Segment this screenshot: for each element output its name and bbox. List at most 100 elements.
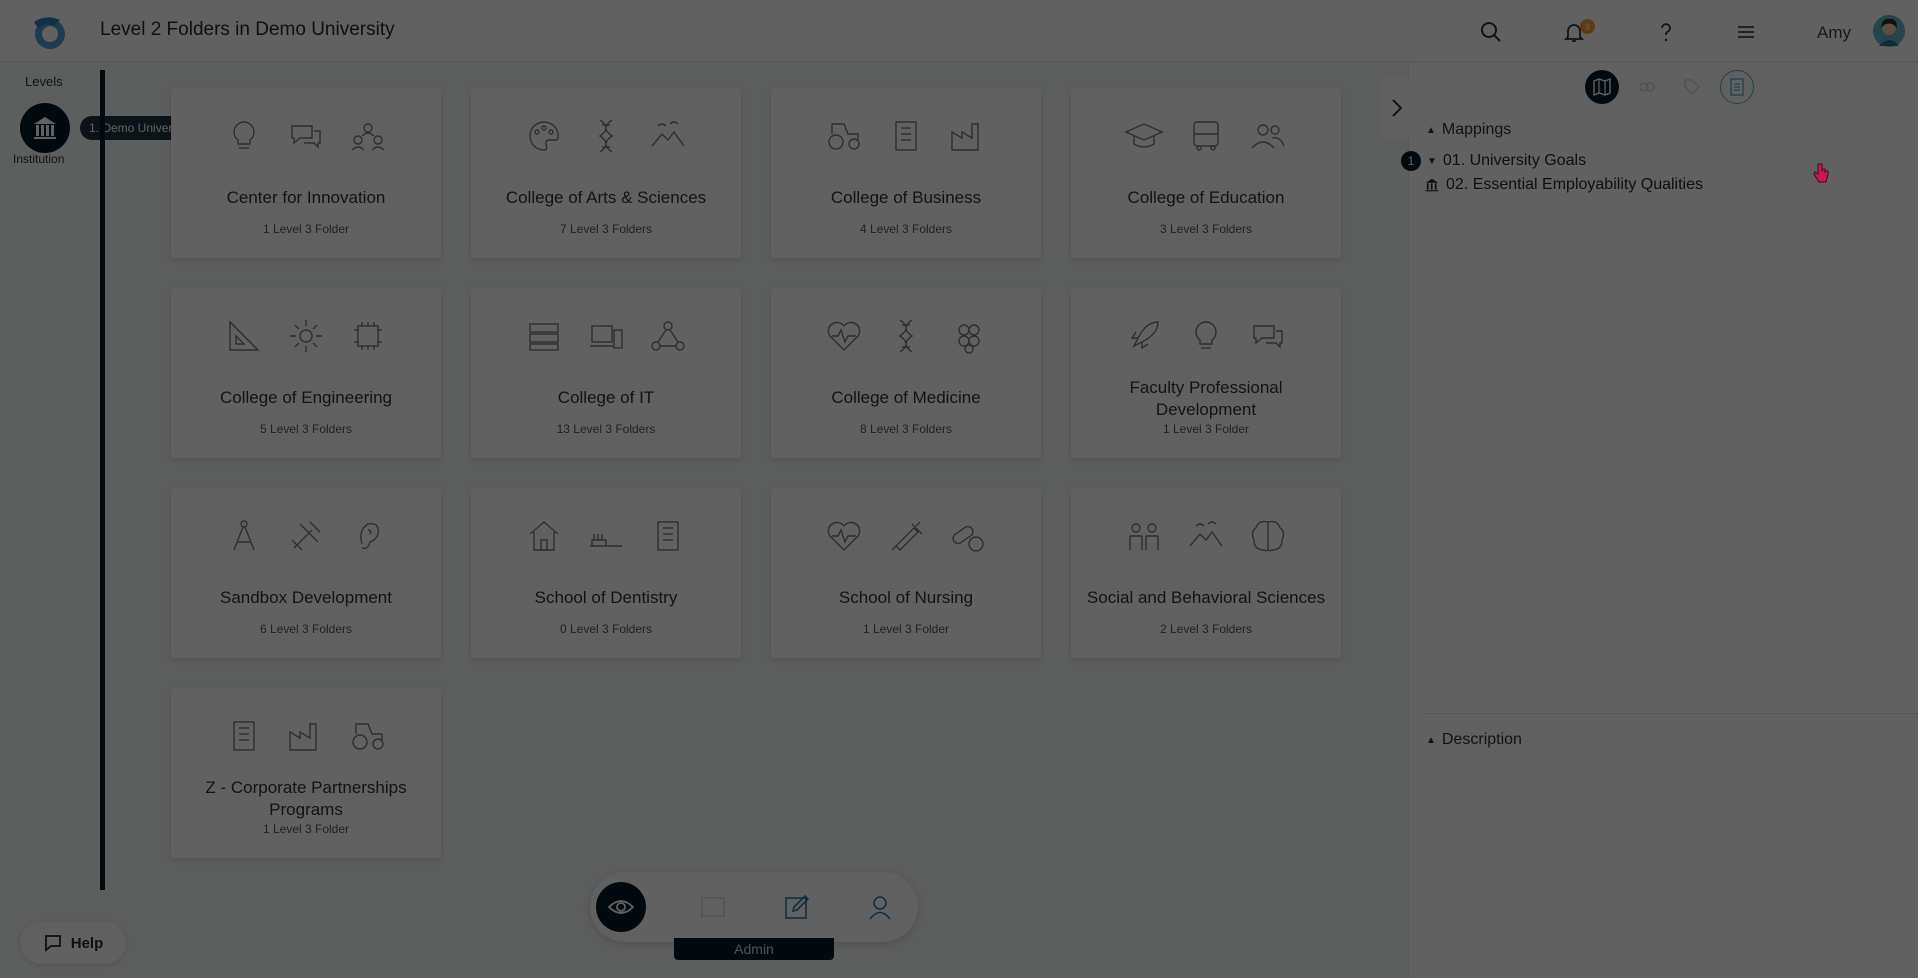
help-icon[interactable] (1654, 20, 1678, 44)
folder-card[interactable]: College of Education 3 Level 3 Folders (1071, 88, 1341, 258)
folder-card-count: 6 Level 3 Folders (259, 622, 353, 636)
mapping-count-badge: 1 (1401, 151, 1421, 171)
folder-card[interactable]: School of Dentistry 0 Level 3 Folders (471, 488, 741, 658)
devices-icon (590, 325, 623, 349)
ear-icon (360, 523, 379, 550)
square-icon (701, 897, 725, 917)
mapping-item-employability[interactable]: 02. Essential Employability Qualities (1424, 176, 1703, 194)
folder-card[interactable]: Center for Innovation 1 Level 3 Folder (171, 88, 441, 258)
group-icon (1129, 523, 1159, 550)
avatar[interactable] (1872, 14, 1906, 48)
network-icon (651, 321, 685, 351)
edit-icon (785, 894, 810, 919)
virus-icon (958, 324, 980, 354)
folder-card-icons (471, 516, 741, 556)
link-icon (1639, 82, 1655, 92)
folder-card-icons (771, 116, 1041, 156)
mapping-label: 01. University Goals (1442, 152, 1587, 169)
edit-mode-button[interactable] (772, 882, 822, 932)
heartbeat-icon (827, 521, 861, 551)
folder-card[interactable]: College of Medicine 8 Level 3 Folders (771, 288, 1041, 458)
description-label: Description (1441, 731, 1522, 748)
building-icon (657, 521, 679, 551)
folder-card[interactable]: College of IT 13 Level 3 Folders (471, 288, 741, 458)
search-icon[interactable] (1479, 20, 1503, 44)
folder-card[interactable]: Sandbox Development 6 Level 3 Folders (171, 488, 441, 658)
folder-card-title: Center for Innovation (226, 188, 386, 207)
folder-card-count: 4 Level 3 Folders (859, 222, 953, 236)
folder-card[interactable]: College of Arts & Sciences 7 Level 3 Fold… (471, 88, 741, 258)
map-icon (1593, 77, 1611, 97)
tools-icon (291, 521, 321, 551)
dna-icon (598, 119, 614, 153)
folder-card[interactable]: Faculty Professional Development 1 Level … (1071, 288, 1341, 458)
tab-mappings[interactable] (1585, 70, 1619, 104)
view-mode-button[interactable] (596, 882, 646, 932)
heartbeat-icon (827, 321, 861, 351)
folder-card-title: College of Education (1127, 188, 1285, 207)
folder-card-title: Sandbox Development (219, 588, 392, 607)
folder-card-title: College of Arts & Sciences (505, 188, 707, 207)
user-name[interactable]: Amy (1817, 23, 1851, 43)
document-icon (1730, 78, 1744, 96)
chat-bubbles-icon (1253, 325, 1283, 349)
collapse-panel-button[interactable] (1380, 78, 1414, 138)
caret-up-icon: ▲ (1426, 734, 1436, 746)
tab-links[interactable] (1630, 70, 1664, 104)
folder-card-count: 2 Level 3 Folders (1159, 622, 1253, 636)
folder-card-count: 1 Level 3 Folder (262, 222, 350, 236)
caret-down-icon: ▼ (1427, 155, 1437, 167)
tractor-icon (352, 723, 384, 750)
gear-icon (290, 320, 322, 352)
caret-up-icon: ▲ (1426, 124, 1436, 136)
levels-label: Levels (25, 74, 63, 89)
logo-icon[interactable] (26, 12, 70, 52)
ruler-triangle-icon (229, 320, 260, 351)
factory-icon (289, 723, 317, 751)
tag-icon (1684, 79, 1701, 96)
folder-card-icons (771, 316, 1041, 356)
eye-icon (607, 900, 635, 914)
tractor-icon (828, 123, 860, 150)
folder-card[interactable]: Z - Corporate Partnerships Programs 1 Lev… (171, 688, 441, 858)
server-icon (529, 323, 559, 351)
folder-card[interactable]: School of Nursing 1 Level 3 Folder (771, 488, 1041, 658)
folder-card[interactable]: College of Engineering 5 Level 3 Folders (171, 288, 441, 458)
folder-card[interactable]: College of Business 4 Level 3 Folders (771, 88, 1041, 258)
mappings-header[interactable]: ▲ Mappings (1426, 121, 1511, 139)
menu-icon[interactable] (1734, 20, 1758, 44)
folder-card-title: Social and Behavioral Sciences (1086, 588, 1326, 607)
pointer-cursor-icon (1813, 163, 1829, 183)
folder-card-icons (1071, 116, 1341, 156)
institution-level-button[interactable] (20, 103, 70, 153)
notification-badge: 9 (1580, 19, 1595, 34)
institution-icon (1425, 178, 1439, 192)
folder-card-icons (471, 116, 741, 156)
house-icon (529, 521, 559, 551)
tab-document[interactable] (1720, 70, 1754, 104)
mode-toolbar (590, 872, 918, 942)
user-icon (869, 896, 891, 920)
chat-icon (44, 935, 61, 952)
folder-card-title: Faculty Professional Development (1129, 378, 1283, 419)
help-button[interactable]: Help (20, 922, 126, 964)
landscape-icon (1189, 521, 1223, 547)
chevron-right-icon (1392, 99, 1403, 117)
mapping-item-university-goals[interactable]: 1 ▼ 01. University Goals (1401, 151, 1586, 171)
folder-card-count: 1 Level 3 Folder (862, 622, 950, 636)
level-rail (100, 70, 105, 890)
school-bus-icon (1193, 121, 1219, 151)
user-mode-button[interactable] (855, 882, 905, 932)
factory-icon (951, 123, 979, 151)
folder-card[interactable]: Social and Behavioral Sciences 2 Level 3 … (1071, 488, 1341, 658)
folder-card-count: 13 Level 3 Folders (556, 422, 656, 436)
users-icon (1251, 124, 1285, 149)
tab-tags[interactable] (1675, 70, 1709, 104)
help-label: Help (70, 934, 104, 952)
folder-card-icons (1071, 316, 1341, 356)
folder-card-icons (171, 716, 441, 756)
select-mode-button[interactable] (688, 882, 738, 932)
rocket-icon (1130, 321, 1159, 350)
description-header[interactable]: ▲ Description (1426, 731, 1522, 749)
page-title: Level 2 Folders in Demo University (100, 19, 395, 40)
